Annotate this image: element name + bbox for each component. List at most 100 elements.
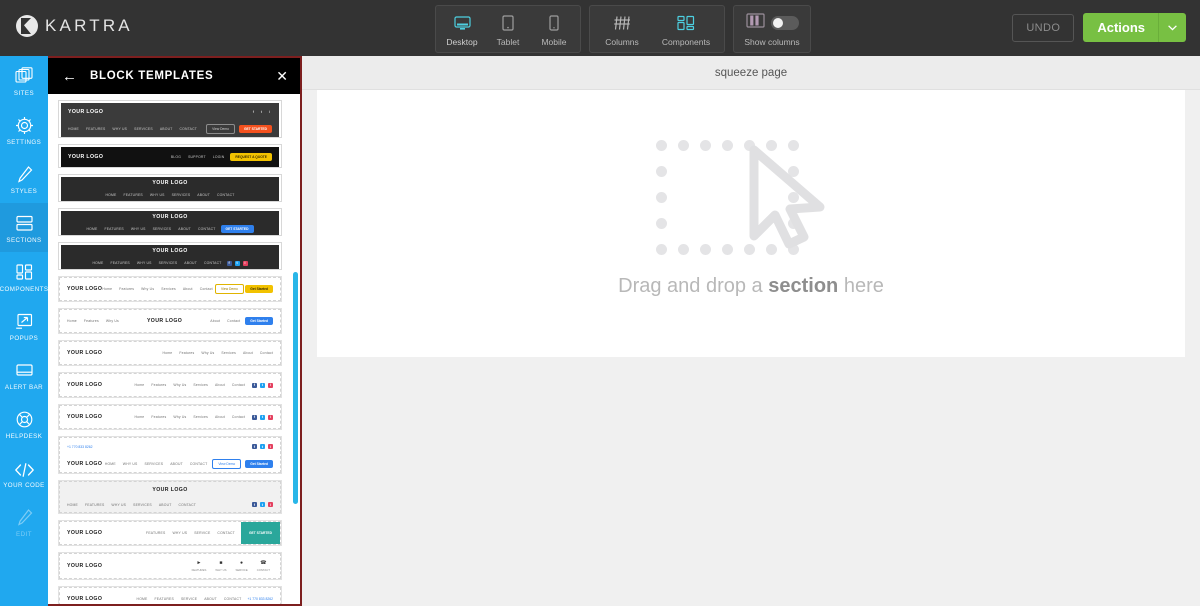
template-cta-secondary: View Demo: [206, 123, 235, 134]
template-thumb[interactable]: YOUR LOGO Home Features Why Us Services Abou…: [58, 372, 282, 398]
sidebar-label-sites: SITES: [13, 89, 35, 97]
template-logo: YOUR LOGO: [67, 414, 103, 420]
show-columns-toggle[interactable]: [770, 16, 799, 30]
template-thumb[interactable]: YOUR LOGO HOME FEATURES WHY US SERVICES ABOU…: [58, 480, 282, 514]
nav-item-why-us: ■ WHY US: [215, 559, 227, 572]
template-thumb[interactable]: YOUR LOGO HOME FEATURES WHY US SERVICES ABOU…: [58, 242, 282, 270]
close-icon[interactable]: ✕: [276, 69, 288, 83]
template-nav: HOME FEATURES SERVICE ABOUT CONTACT: [136, 597, 242, 601]
components-icon: [677, 13, 695, 33]
template-logo: YOUR LOGO: [146, 318, 183, 324]
components-icon: [15, 261, 34, 282]
facebook-icon: f: [252, 382, 257, 388]
template-cta-primary: Get Started: [245, 285, 273, 293]
facebook-icon: f: [252, 414, 257, 420]
sidebar-item-helpdesk[interactable]: HELPDESK: [0, 399, 48, 448]
columns-label: Columns: [605, 37, 639, 47]
sidebar-item-sites[interactable]: SITES: [0, 56, 48, 105]
show-columns-group: Show columns: [733, 5, 811, 53]
template-logo: YOUR LOGO: [152, 180, 188, 186]
sidebar-item-your-code[interactable]: YOUR CODE: [0, 448, 48, 497]
template-nav: Home Features Why Us Services About Contact: [162, 351, 273, 355]
sidebar-item-components[interactable]: COMPONENTS: [0, 252, 48, 301]
template-thumb[interactable]: +1 770 833 8262 f t i YOUR LOGO HOME WHY …: [58, 436, 282, 474]
template-thumb[interactable]: YOUR LOGO f t i HOME FEATURES WHY US SERVIC…: [58, 100, 282, 138]
template-cta-primary: Get Started: [245, 459, 273, 468]
template-thumb[interactable]: YOUR LOGO Home Features Why Us Services Abou…: [58, 340, 282, 366]
show-columns-label: Show columns: [744, 37, 800, 47]
page-tab-squeeze-page[interactable]: squeeze page: [715, 67, 787, 79]
page-canvas[interactable]: Drag and drop a section here: [317, 90, 1185, 357]
actions-button[interactable]: Actions: [1083, 13, 1186, 42]
show-columns-button[interactable]: Show columns: [738, 9, 806, 50]
template-list[interactable]: YOUR LOGO f t i HOME FEATURES WHY US SERVIC…: [48, 94, 300, 604]
template-nav: HOME FEATURES WHY US SERVICES ABOUT CONTACT: [105, 193, 235, 197]
sidebar-item-settings[interactable]: SETTINGS: [0, 105, 48, 154]
sidebar-item-sections[interactable]: SECTIONS: [0, 203, 48, 252]
template-thumb[interactable]: Home Features Why Us YOUR LOGO About Contac…: [58, 308, 282, 334]
arrow-left-icon[interactable]: ←: [62, 69, 77, 84]
columns-button[interactable]: Columns: [594, 9, 650, 50]
template-nav: Home Features Why Us Services About Contact: [102, 287, 213, 291]
template-logo: YOUR LOGO: [67, 596, 103, 602]
sidebar-label-your-code: YOUR CODE: [3, 481, 45, 489]
panel-scrollbar-thumb[interactable]: [293, 272, 298, 504]
popups-icon: [15, 310, 34, 331]
instagram-icon: i: [268, 414, 273, 420]
sites-icon: [14, 65, 34, 86]
briefcase-icon: ■: [219, 559, 223, 566]
template-nav: HOME FEATURES WHY US SERVICES ABOUT CONTACT: [68, 126, 198, 131]
template-logo: YOUR LOGO: [68, 154, 104, 160]
brand-name: KARTRA: [45, 16, 133, 35]
template-thumb[interactable]: YOUR LOGO HOME FEATURES WHY US SERVICES ABOU…: [58, 174, 282, 202]
chevron-down-icon[interactable]: [1158, 13, 1186, 42]
sidebar-item-alert-bar[interactable]: ALERT BAR: [0, 350, 48, 399]
template-cta-primary: REQUEST A QUOTE: [230, 153, 272, 161]
device-mobile-button[interactable]: Mobile: [532, 9, 576, 50]
template-thumb[interactable]: YOUR LOGO HOME FEATURES WHY US SERVICES ABOU…: [58, 208, 282, 236]
template-thumb[interactable]: YOUR LOGO FEATURES WHY US SERVICE CONTACT G…: [58, 520, 282, 546]
send-icon: ►: [196, 559, 202, 566]
twitter-icon: t: [260, 414, 265, 420]
template-cta-secondary: View Demo: [212, 458, 242, 469]
social-icons: f t i: [252, 502, 273, 507]
template-cta-primary: GET STARTED: [220, 225, 254, 233]
device-tablet-label: Tablet: [496, 37, 520, 47]
device-desktop-button[interactable]: Desktop: [440, 9, 484, 50]
sidebar-item-styles[interactable]: STYLES: [0, 154, 48, 203]
facebook-icon: f: [252, 109, 255, 114]
dropzone-text-bold: section: [768, 274, 839, 297]
pencil-icon: [15, 506, 34, 527]
nav-item-features: ► FEATURES: [191, 559, 207, 572]
template-nav: BLOG SUPPORT LOGIN: [170, 155, 225, 159]
sidebar-item-popups[interactable]: POPUPS: [0, 301, 48, 350]
undo-button[interactable]: UNDO: [1012, 13, 1075, 42]
template-thumb[interactable]: YOUR LOGO Home Features Why Us Services Abou…: [58, 404, 282, 430]
top-toolbar: KARTRA Desktop Tablet Mobile Columns Com…: [0, 0, 1200, 56]
template-thumb[interactable]: YOUR LOGO Home Features Why Us Services Abou…: [58, 276, 282, 302]
desktop-icon: [453, 13, 471, 33]
template-logo: YOUR LOGO: [67, 350, 103, 356]
template-nav-right: About Contact: [210, 319, 241, 323]
template-logo: YOUR LOGO: [68, 108, 104, 115]
tablet-icon: [502, 13, 514, 33]
template-thumb[interactable]: YOUR LOGO HOME FEATURES SERVICE ABOUT CONTAC…: [58, 586, 282, 604]
device-toolbar-group: Desktop Tablet Mobile: [435, 5, 581, 53]
template-thumb[interactable]: YOUR LOGO BLOG SUPPORT LOGIN REQUEST A QUO…: [58, 144, 282, 168]
columns-grid-icon: [613, 13, 631, 33]
template-thumb[interactable]: YOUR LOGO ► FEATURES ■ WHY US ● SERVICE: [58, 552, 282, 580]
facebook-icon: f: [252, 502, 257, 507]
template-logo: YOUR LOGO: [67, 563, 103, 569]
device-tablet-button[interactable]: Tablet: [486, 9, 530, 50]
template-logo: YOUR LOGO: [152, 486, 188, 493]
instagram-icon: i: [269, 109, 270, 114]
mouse-cursor-icon: [744, 144, 834, 257]
template-logo: YOUR LOGO: [152, 248, 188, 254]
sections-icon: [15, 212, 34, 233]
template-cta-primary: GET STARTED: [238, 124, 272, 133]
twitter-icon: t: [260, 502, 265, 507]
components-button[interactable]: Components: [652, 9, 720, 50]
kartra-logo-icon: [16, 15, 38, 37]
facebook-icon: f: [226, 260, 232, 266]
template-logo: YOUR LOGO: [67, 530, 103, 536]
